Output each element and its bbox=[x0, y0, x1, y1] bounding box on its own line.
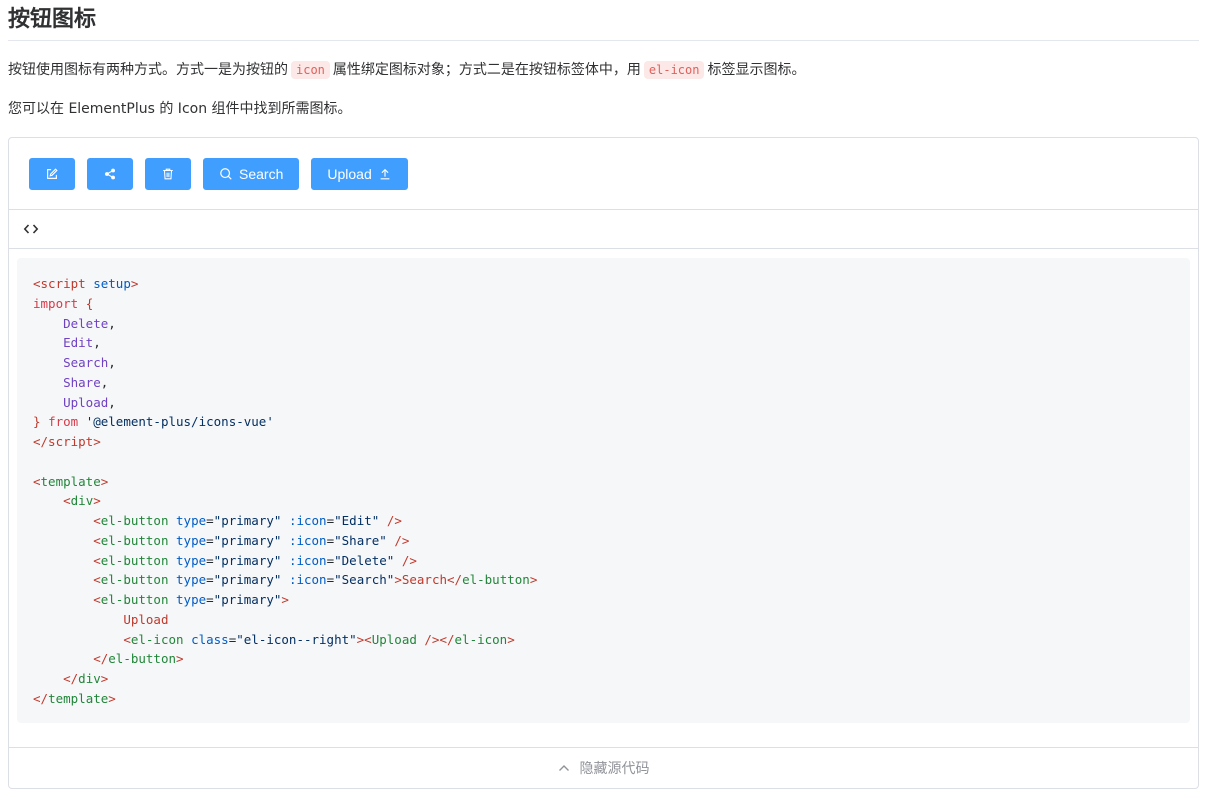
hide-source-label: 隐藏源代码 bbox=[579, 761, 650, 777]
search-button-label: Search bbox=[239, 166, 284, 182]
search-button[interactable]: Search bbox=[203, 158, 300, 190]
inline-code-icon: icon bbox=[291, 61, 330, 79]
upload-button-label: Upload bbox=[327, 166, 372, 182]
description-1: 按钮使用图标有两种方式。方式一是为按钮的 icon 属性绑定图标对象；方式二是在按钮… bbox=[8, 61, 806, 79]
source-code: <script setup> import { Delete, Edit, Se… bbox=[33, 276, 538, 706]
demo-block: Search Upload <script setup> import { De… bbox=[8, 137, 1199, 789]
code-brackets-icon[interactable] bbox=[23, 221, 39, 237]
hide-source-toggle[interactable]: 隐藏源代码 bbox=[9, 747, 1198, 788]
source-code-block: <script setup> import { Delete, Edit, Se… bbox=[17, 258, 1190, 723]
delete-icon bbox=[163, 168, 173, 180]
share-icon bbox=[105, 168, 115, 180]
chevron-up-icon bbox=[558, 765, 569, 771]
search-icon bbox=[220, 168, 232, 180]
upload-button[interactable]: Upload bbox=[311, 158, 408, 190]
upload-icon bbox=[380, 168, 390, 180]
inline-code-el-icon: el-icon bbox=[643, 61, 705, 79]
share-button[interactable] bbox=[87, 158, 133, 190]
demo-preview: Search Upload bbox=[9, 138, 1198, 210]
description-2: 您可以在 ElementPlus 的 Icon 组件中找到所需图标。 bbox=[8, 101, 352, 117]
page-title: 按钮图标 bbox=[8, 0, 1199, 41]
code-toggle-bar bbox=[9, 210, 1198, 249]
edit-button[interactable] bbox=[29, 158, 75, 190]
delete-button[interactable] bbox=[145, 158, 191, 190]
page: 按钮图标 按钮使用图标有两种方式。方式一是为按钮的 icon 属性绑定图标对象；方式… bbox=[0, 0, 1207, 789]
edit-icon bbox=[47, 168, 58, 179]
